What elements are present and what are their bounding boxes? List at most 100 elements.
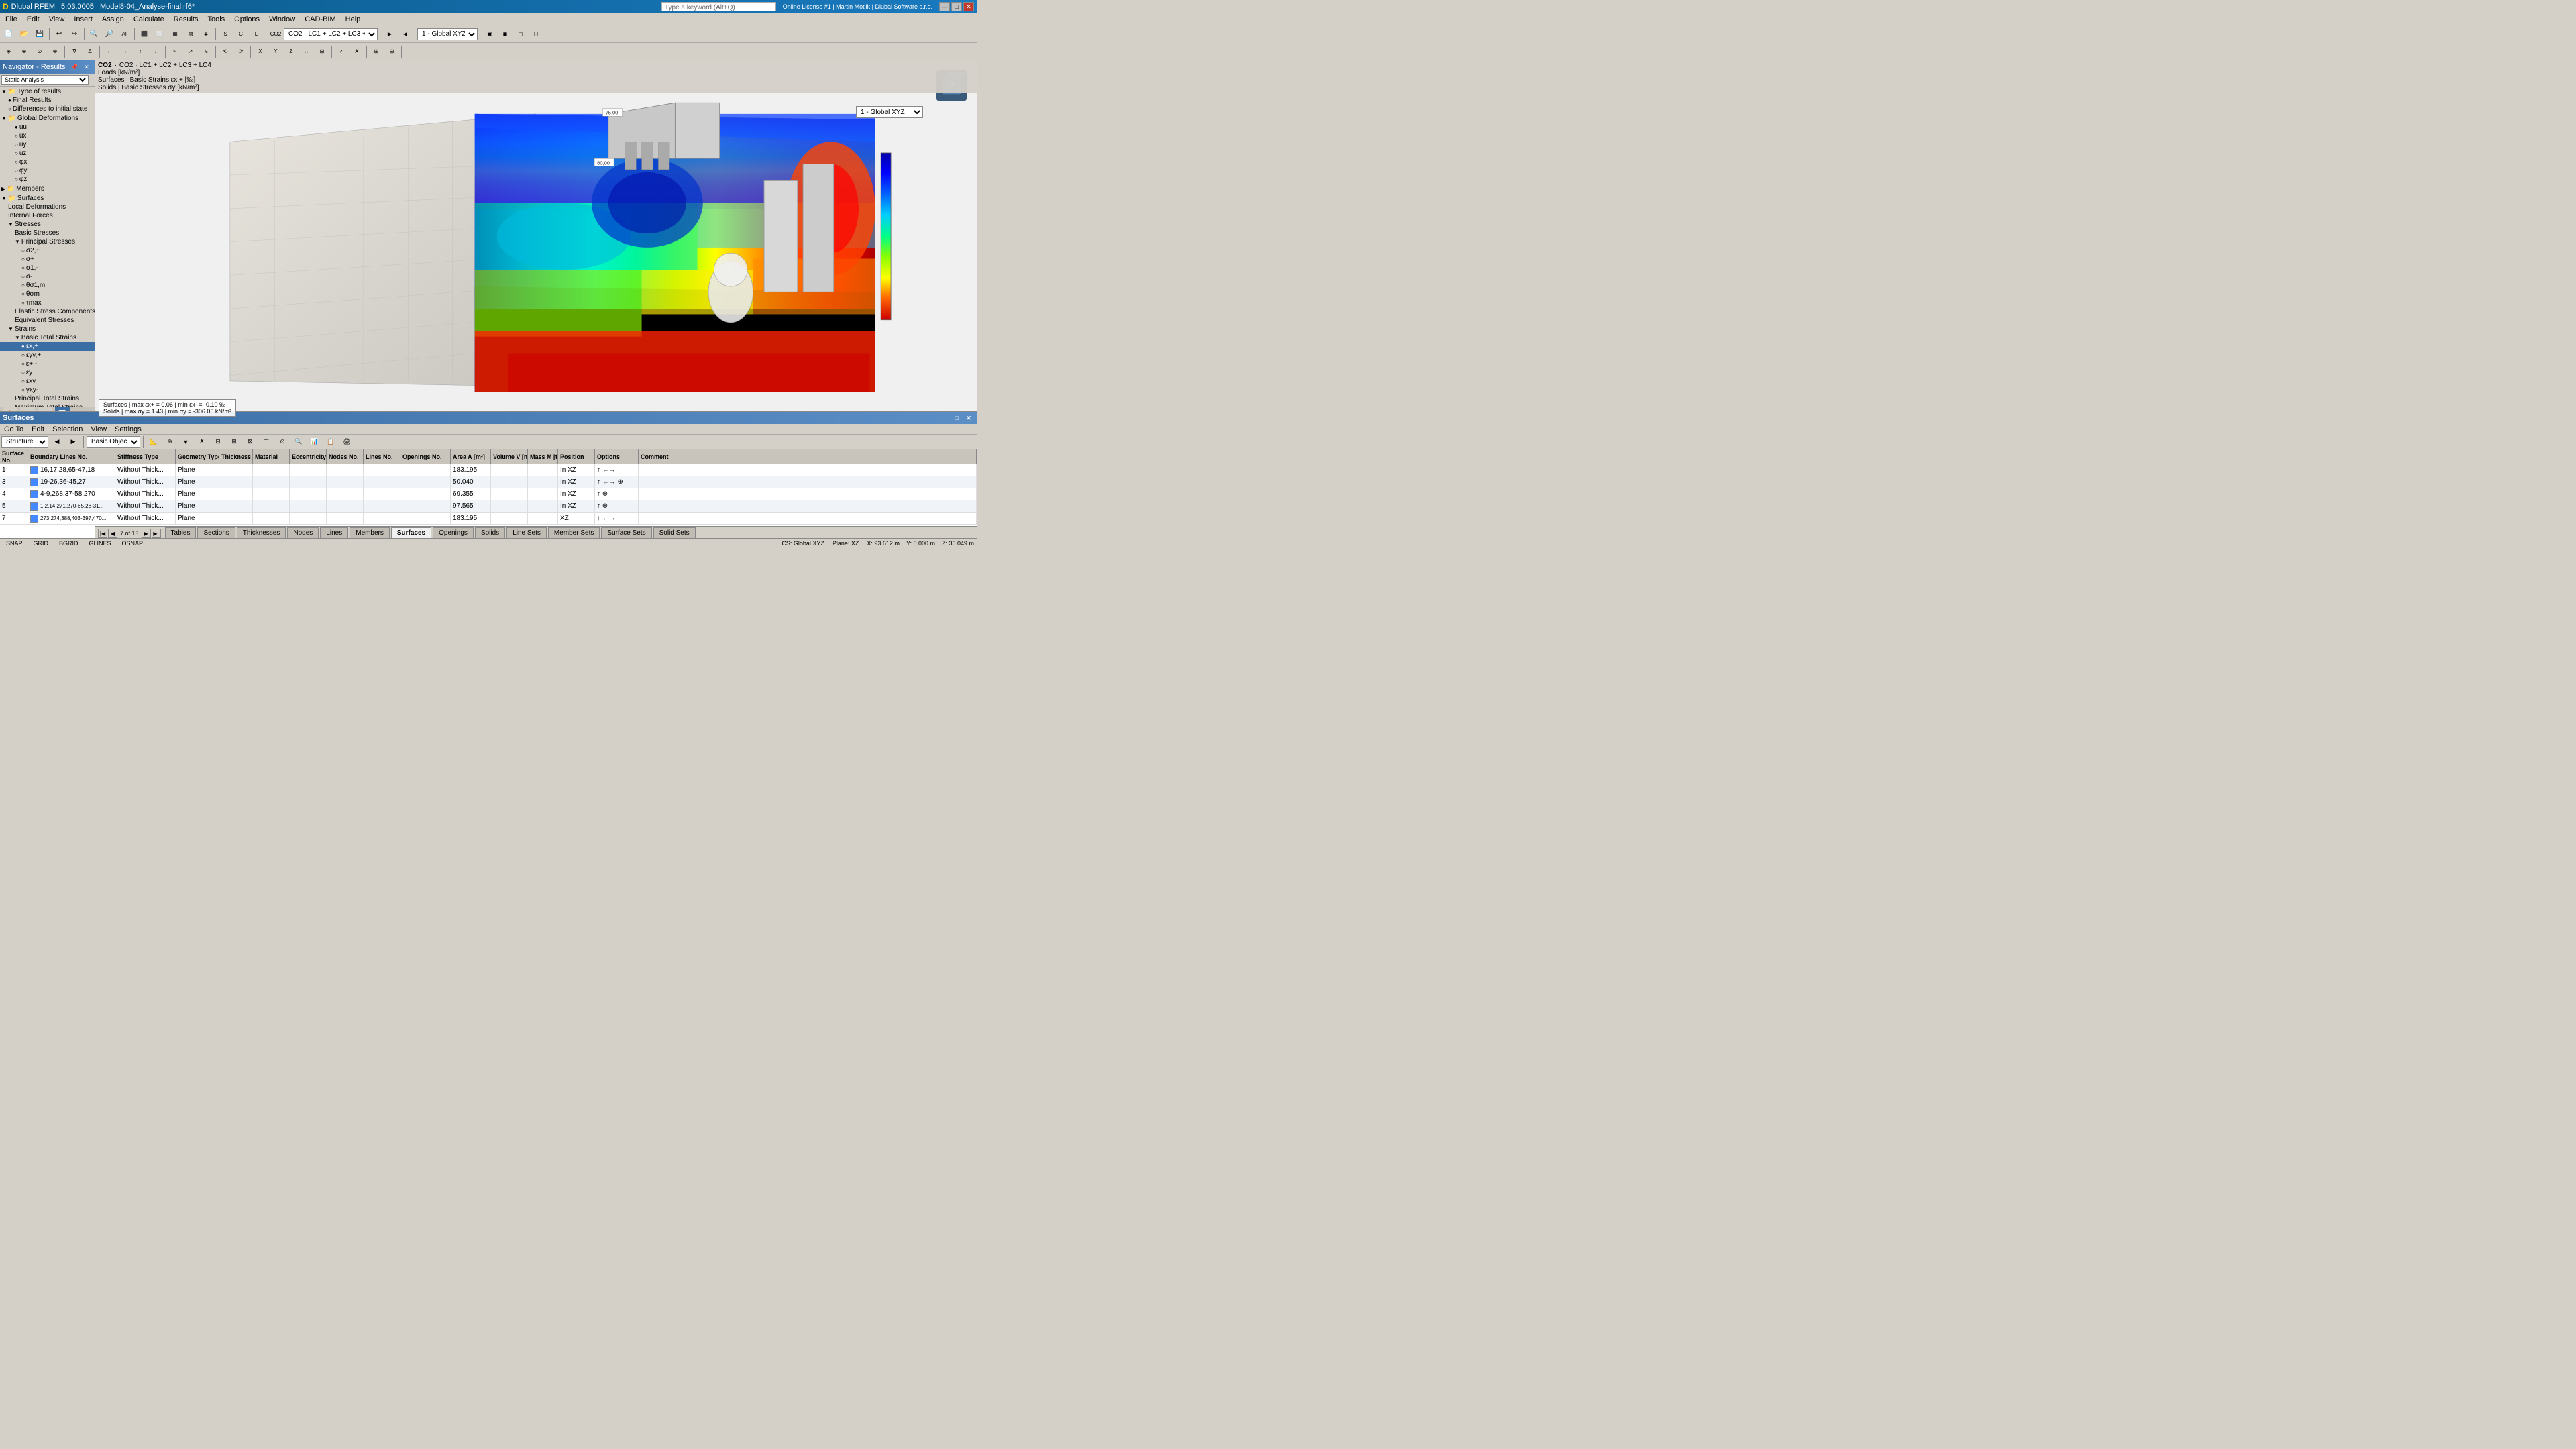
tab-line-sets[interactable]: Line Sets	[506, 527, 547, 538]
table-row[interactable]: 7 273,274,388,403-397,470... Without Thi…	[0, 513, 977, 525]
surf-tb-10[interactable]: 📊	[307, 435, 322, 449]
status-btn-glines[interactable]: GLINES	[86, 539, 115, 547]
nav-epsilonxp[interactable]: ●εx,+	[0, 342, 95, 351]
structure-combo[interactable]: Structure	[1, 436, 48, 448]
menu-assign[interactable]: Assign	[98, 15, 128, 24]
surf-tb-1[interactable]: 📐	[146, 435, 161, 449]
nav-gammaxym[interactable]: ○γxy-	[0, 386, 95, 394]
load-case-combo[interactable]: CO2 · LC1 + LC2 + LC3 + LC4	[284, 28, 378, 40]
nav-sigma1m[interactable]: ○σ1,-	[0, 264, 95, 272]
tab-sections[interactable]: Sections	[197, 527, 235, 538]
tb2-20[interactable]: ✗	[350, 44, 364, 59]
view-combo[interactable]: 1 - Global XYZ	[417, 28, 478, 40]
tb2-12[interactable]: ↗	[183, 44, 198, 59]
surf-tb-3[interactable]: ✗	[195, 435, 209, 449]
nav-surfaces[interactable]: ▼ 📁 Surfaces	[0, 193, 95, 203]
tb2-1[interactable]: ◈	[1, 44, 16, 59]
nav-phix[interactable]: ○φx	[0, 158, 95, 166]
tb-btn-b[interactable]: ⬜	[152, 27, 167, 42]
nav-strains[interactable]: ▼ Strains	[0, 325, 95, 333]
tb2-22[interactable]: ⊟	[384, 44, 399, 59]
first-page-button[interactable]: |◀	[98, 529, 107, 538]
tb2-10[interactable]: ↓	[148, 44, 163, 59]
surf-tb-filter[interactable]: ▼	[178, 435, 193, 449]
nav-epsilony[interactable]: ○εy	[0, 368, 95, 377]
nav-members[interactable]: ▶ 📁 Members	[0, 184, 95, 193]
basic-objects-combo[interactable]: Basic Objects	[87, 436, 140, 448]
nav-final-results[interactable]: ● Final Results	[0, 96, 95, 105]
nav-internal-forces[interactable]: Internal Forces	[0, 211, 95, 220]
close-button[interactable]: ✕	[963, 2, 974, 11]
prev-page-button[interactable]: ◀	[108, 529, 117, 538]
menu-options[interactable]: Options	[230, 15, 264, 24]
tb2-19[interactable]: ✓	[334, 44, 349, 59]
last-page-button[interactable]: ▶|	[152, 529, 161, 538]
maximize-button[interactable]: □	[951, 2, 962, 11]
status-btn-snap[interactable]: SNAP	[3, 539, 26, 547]
zoom-all-button[interactable]: All	[117, 27, 132, 42]
nav-stresses[interactable]: ▼ Stresses	[0, 220, 95, 229]
view-combo-vp[interactable]: 1 - Global XYZ	[856, 106, 923, 118]
tab-members[interactable]: Members	[350, 527, 390, 538]
menu-file[interactable]: File	[1, 15, 21, 24]
surf-tb-8[interactable]: ⊙	[275, 435, 290, 449]
menu-cad-bim[interactable]: CAD-BIM	[301, 15, 339, 24]
surf-tb-5[interactable]: ⊞	[227, 435, 241, 449]
status-btn-osnap[interactable]: OSNAP	[119, 539, 147, 547]
tb2-18[interactable]: Z	[284, 44, 299, 59]
surf-tb-9[interactable]: 🔍	[291, 435, 306, 449]
tb2-9[interactable]: ↑	[133, 44, 148, 59]
tb2-11[interactable]: ↖	[168, 44, 182, 59]
table-row[interactable]: 5 1,2,14,271,270-65,28-31... Without Thi…	[0, 500, 977, 513]
status-btn-bgrid[interactable]: BGRID	[56, 539, 82, 547]
tb-btn-e[interactable]: ◈	[199, 27, 213, 42]
tb2-15[interactable]: ⟳	[233, 44, 248, 59]
struct-next-button[interactable]: ▶	[66, 435, 80, 449]
tab-thicknesses[interactable]: Thicknesses	[237, 527, 286, 538]
tb-snap2[interactable]: ◀	[398, 27, 413, 42]
surfaces-menu-selection[interactable]: Selection	[50, 425, 85, 433]
undo-button[interactable]: ↩	[52, 27, 66, 42]
surfaces-menu-edit[interactable]: Edit	[29, 425, 47, 433]
nav-uy[interactable]: ○uy	[0, 140, 95, 149]
tb-btn-d[interactable]: ▧	[183, 27, 198, 42]
tab-tables[interactable]: Tables	[165, 527, 197, 538]
tb-btn-h[interactable]: L	[249, 27, 264, 42]
nav-sigmap[interactable]: ○σ+	[0, 255, 95, 264]
nav-epsilonyp[interactable]: ○εyy,+	[0, 351, 95, 360]
menu-calculate[interactable]: Calculate	[129, 15, 168, 24]
minimize-button[interactable]: —	[939, 2, 950, 11]
redo-button[interactable]: ↪	[67, 27, 82, 42]
save-button[interactable]: 💾	[32, 27, 47, 42]
nav-close-button[interactable]: ✕	[81, 62, 92, 72]
tb-btn-c[interactable]: ▦	[168, 27, 182, 42]
panel-close-button[interactable]: ✕	[963, 413, 974, 423]
table-row[interactable]: 4 4-9,268,37-58,270 Without Thick... Pla…	[0, 488, 977, 500]
menu-help[interactable]: Help	[341, 15, 365, 24]
tab-member-sets[interactable]: Member Sets	[548, 527, 600, 538]
tab-nodes[interactable]: Nodes	[287, 527, 319, 538]
nav-pin-button[interactable]: 📌	[69, 62, 80, 72]
nav-sigmam[interactable]: ○σ-	[0, 272, 95, 281]
tb-btn-f[interactable]: S	[218, 27, 233, 42]
status-btn-grid[interactable]: GRID	[30, 539, 52, 547]
tab-lines[interactable]: Lines	[320, 527, 348, 538]
nav-sigma2p[interactable]: ○σ2,+	[0, 246, 95, 255]
nav-basic-stresses[interactable]: Basic Stresses	[0, 229, 95, 237]
nav-taumax[interactable]: ○τmax	[0, 299, 95, 307]
tb-render1[interactable]: ▣	[482, 27, 497, 42]
nav-elastic-stress[interactable]: Elastic Stress Components	[0, 307, 95, 316]
tb2-6[interactable]: Δ	[83, 44, 97, 59]
tb2-2[interactable]: ⊕	[17, 44, 32, 59]
nav-uu[interactable]: ●uu	[0, 123, 95, 131]
table-row[interactable]: 3 19-26,36-45,27 Without Thick... Plane …	[0, 476, 977, 488]
open-button[interactable]: 📂	[17, 27, 32, 42]
static-analysis-combo[interactable]: Static Analysis	[1, 75, 89, 85]
nav-local-deformations[interactable]: Local Deformations	[0, 203, 95, 211]
tb-snap1[interactable]: ▶	[382, 27, 397, 42]
nav-principal-strains[interactable]: Principal Total Strains	[0, 394, 95, 403]
nav-ux[interactable]: ○ux	[0, 131, 95, 140]
nav-epsilonpm[interactable]: ○ε+,-	[0, 360, 95, 368]
tb2-section-icon[interactable]: ⊟	[315, 44, 329, 59]
nav-phiy[interactable]: ○φy	[0, 166, 95, 175]
